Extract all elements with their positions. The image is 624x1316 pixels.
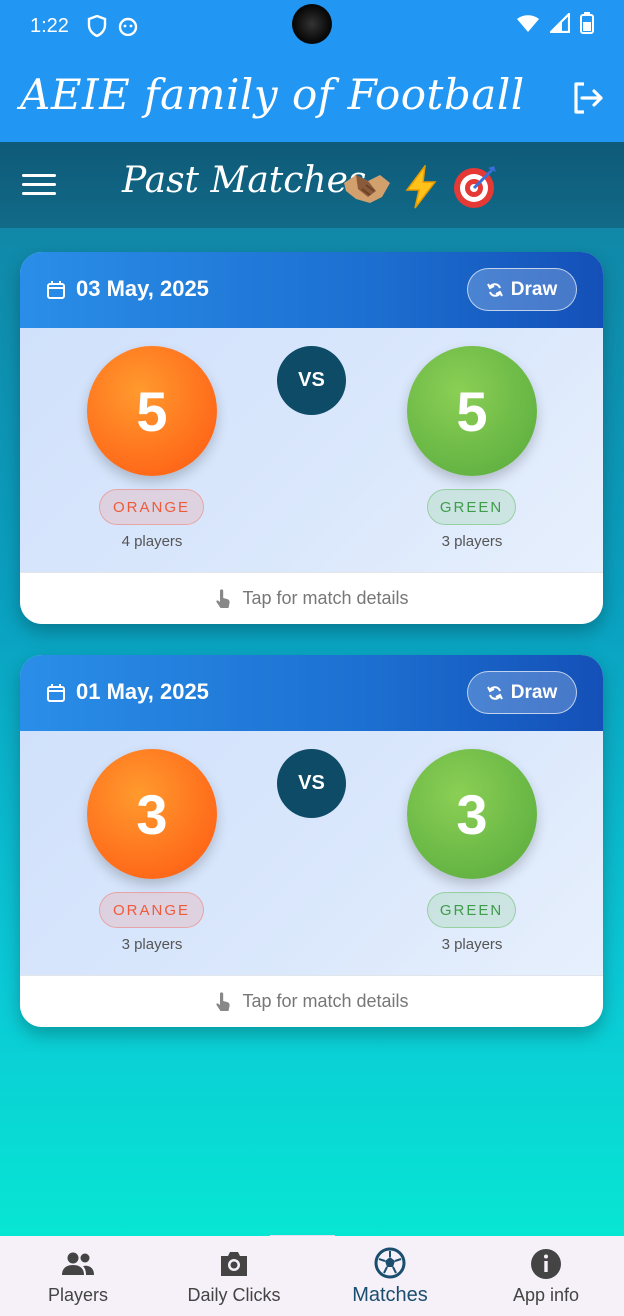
match-details-text: Tap for match details (242, 991, 409, 1011)
orange-team-label: ORANGE (99, 489, 204, 525)
tap-icon (216, 991, 231, 1011)
page-title: Past Matches (122, 160, 367, 201)
green-team-label: GREEN (427, 892, 516, 928)
nav-matches[interactable]: Matches (312, 1236, 468, 1316)
sub-header: Past Matches (0, 142, 624, 228)
green-score: 5 (407, 346, 537, 476)
match-details-text: Tap for match details (242, 588, 409, 608)
nav-daily-clicks[interactable]: Daily Clicks (156, 1236, 312, 1316)
green-players-count: 3 players (441, 936, 503, 953)
orange-players-count: 4 players (121, 533, 183, 550)
shield-icon (87, 15, 107, 37)
app-bar: AEIE family of Football (0, 52, 624, 142)
nav-app-info[interactable]: App info (468, 1236, 624, 1316)
nav-label: Matches (352, 1283, 428, 1306)
handshake-emoji (342, 164, 392, 210)
calendar-icon (47, 684, 65, 702)
camera-cutout (292, 4, 332, 44)
target-emoji (450, 164, 500, 210)
green-team-label: GREEN (427, 489, 516, 525)
green-players-count: 3 players (441, 533, 503, 550)
match-details-link[interactable]: Tap for match details (20, 975, 603, 1027)
green-score: 3 (407, 749, 537, 879)
wifi-icon (517, 15, 539, 32)
lightning-emoji (396, 164, 446, 210)
nav-label: Players (47, 1284, 109, 1305)
menu-line (22, 174, 56, 177)
vs-badge: VS (277, 346, 346, 415)
match-card[interactable]: 03 May, 2025 Draw 5 VS 5 ORANGE GREEN 4 … (20, 252, 603, 624)
result-badge[interactable]: Draw (467, 671, 577, 714)
status-time: 1:22 (30, 14, 69, 37)
nav-players[interactable]: Players (0, 1236, 156, 1316)
result-badge[interactable]: Draw (467, 268, 577, 311)
battery-icon (580, 12, 594, 34)
nav-label: App info (512, 1284, 580, 1305)
match-date: 03 May, 2025 (76, 276, 209, 301)
match-details-link[interactable]: Tap for match details (20, 572, 603, 624)
app-title: AEIE family of Football (20, 70, 525, 119)
orange-score: 5 (87, 346, 217, 476)
menu-button[interactable] (22, 168, 56, 202)
match-card-header: 01 May, 2025 Draw (20, 655, 603, 731)
vs-badge: VS (277, 749, 346, 818)
match-card-header: 03 May, 2025 Draw (20, 252, 603, 328)
orange-score: 3 (87, 749, 217, 879)
refresh-icon (486, 282, 503, 297)
info-icon (531, 1248, 561, 1279)
bottom-nav: Players Daily Clicks Matches App info (0, 1236, 624, 1316)
logout-button[interactable] (568, 78, 608, 118)
football-icon (374, 1247, 406, 1278)
status-right (516, 12, 594, 34)
menu-line (22, 192, 56, 195)
people-icon (62, 1252, 94, 1275)
refresh-icon (486, 685, 503, 700)
match-card[interactable]: 01 May, 2025 Draw 3 VS 3 ORANGE GREEN 3 … (20, 655, 603, 1027)
orange-team-label: ORANGE (99, 892, 204, 928)
result-label: Draw (510, 278, 558, 300)
cat-icon (118, 17, 138, 36)
menu-line (22, 183, 56, 186)
signal-icon (550, 13, 570, 33)
result-label: Draw (510, 681, 558, 703)
nav-label: Daily Clicks (187, 1284, 281, 1305)
calendar-icon (47, 281, 65, 299)
match-date: 01 May, 2025 (76, 679, 209, 704)
title-emojis (342, 164, 500, 210)
camera-icon (221, 1251, 247, 1276)
orange-players-count: 3 players (121, 936, 183, 953)
tap-icon (216, 588, 231, 608)
logout-icon (574, 82, 603, 114)
